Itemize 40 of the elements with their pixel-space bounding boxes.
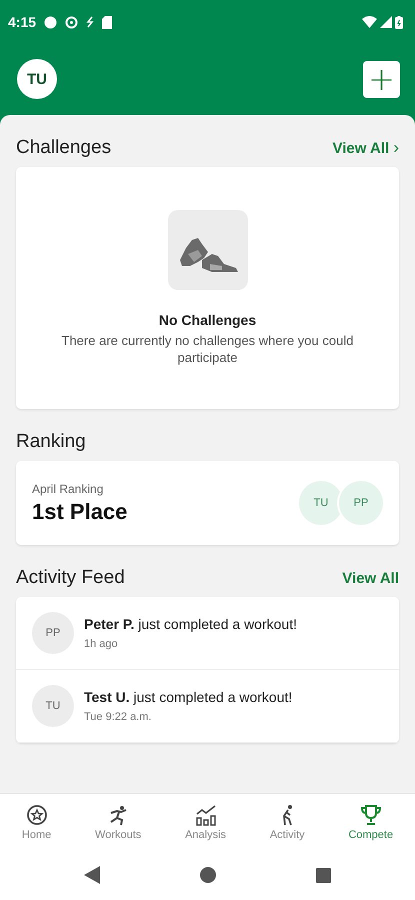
recents-icon[interactable]	[316, 868, 331, 882]
notification-dot-icon	[44, 16, 58, 28]
feed-item[interactable]: PP Peter P. just completed a workout! 1h ago	[16, 597, 399, 670]
star-circle-icon	[26, 804, 48, 826]
user-avatar: PP	[32, 612, 74, 654]
view-all-link[interactable]: View All ›	[332, 138, 399, 158]
sd-card-icon	[102, 16, 112, 28]
nav-tab[interactable]: Analysis	[181, 802, 230, 842]
ranking-card[interactable]: April Ranking 1st Place TU PP	[16, 461, 399, 545]
user-avatar[interactable]: TU	[17, 59, 57, 99]
signal-icon	[380, 16, 392, 28]
trophy-icon	[360, 804, 382, 826]
empty-message: There are currently no challenges where you could participate	[60, 332, 354, 366]
feed-time: Tue 9:22 a.m.	[84, 711, 152, 723]
nav-tab[interactable]: Workouts	[91, 802, 146, 842]
battery-icon	[395, 16, 403, 28]
feed-item[interactable]: TU Test U. just completed a workout! Tue 9:22 a.m.	[16, 670, 399, 743]
nav-tab[interactable]: Home	[18, 802, 56, 842]
feed-message: Test U. just completed a workout!	[84, 689, 292, 705]
section-title: Challenges	[16, 137, 112, 159]
ranking-label: April Ranking	[32, 482, 104, 496]
nav-tab[interactable]: Activity	[266, 802, 309, 842]
empty-title: No Challenges	[158, 312, 256, 328]
sneakers-icon	[168, 210, 248, 290]
home-icon[interactable]	[200, 867, 216, 883]
ranking-place: 1st Place	[32, 498, 128, 524]
view-all-link[interactable]: View All	[342, 570, 399, 586]
wifi-icon	[362, 16, 377, 28]
section-title: Ranking	[16, 431, 86, 453]
chart-icon	[194, 804, 217, 826]
chevron-icon: ›	[393, 138, 399, 157]
user-avatar: TU	[32, 685, 74, 727]
user-avatar: PP	[339, 481, 383, 525]
status-time: 4:15	[8, 14, 36, 30]
back-icon[interactable]	[84, 866, 100, 884]
feed-time: 1h ago	[84, 638, 119, 650]
add-button[interactable]: +	[363, 60, 400, 98]
nav-tab[interactable]: Compete	[344, 802, 398, 842]
feed-message: Peter P. just completed a workout!	[84, 616, 297, 632]
section-title: Activity Feed	[16, 567, 125, 589]
